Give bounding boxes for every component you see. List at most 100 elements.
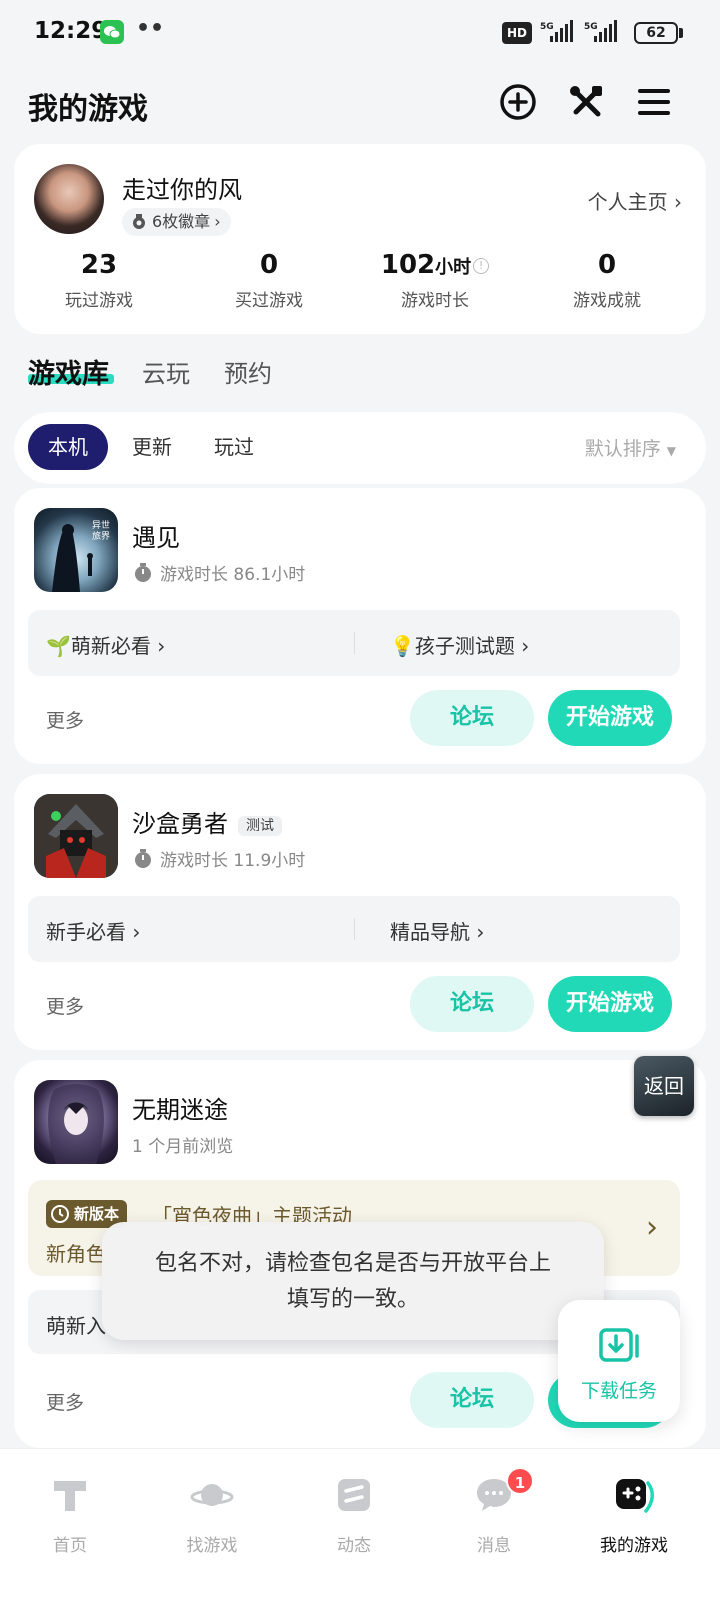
tools-icon[interactable] [564, 80, 608, 124]
stat-label: 游戏成就 [573, 291, 641, 311]
nav-label: 动态 [337, 1536, 371, 1556]
caret-down-icon: ▼ [666, 444, 676, 458]
filter-bar: 本机 更新 玩过 默认排序 ▼ [14, 412, 706, 484]
more-button[interactable]: 更多 [46, 992, 84, 1019]
forum-button[interactable]: 论坛 [410, 690, 534, 746]
guide-link[interactable]: 新手必看 › [46, 916, 140, 945]
start-game-button[interactable]: 开始游戏 [548, 690, 672, 746]
chevron-right-icon: › [150, 634, 166, 658]
nav-my-games[interactable]: 我的游戏 [574, 1473, 694, 1556]
tab-cloud[interactable]: 云玩 [142, 354, 190, 389]
net-label-1: 5G [540, 22, 554, 32]
status-dots: •• [136, 16, 165, 41]
download-task-button[interactable]: 下载任务 [558, 1300, 680, 1422]
profile-card: 走过你的风 6枚徽章 › 个人主页 › 23 玩过游戏 0 买过游戏 102小时… [14, 144, 706, 334]
username[interactable]: 走过你的风 [122, 170, 242, 205]
browse-time: 1 个月前浏览 [132, 1137, 234, 1157]
playtime-text: 游戏时长 11.9小时 [160, 851, 306, 871]
guide-link-label: 萌新必看 [70, 634, 151, 658]
guide-link[interactable]: 💡孩子测试题 › [390, 630, 529, 659]
stat-value: 0 [259, 250, 279, 280]
badge-count: 6枚徽章 [152, 212, 211, 231]
battery-icon: 62 [634, 22, 678, 44]
stat-value: 0 [597, 250, 617, 280]
more-button[interactable]: 更多 [46, 706, 84, 733]
info-icon[interactable]: ! [473, 257, 490, 274]
game-name[interactable]: 无期迷途 [132, 1090, 228, 1125]
nav-find-games[interactable]: 找游戏 [152, 1473, 272, 1556]
new-version-label: 新版本 [74, 1205, 120, 1223]
game-name[interactable]: 遇见 [132, 518, 180, 553]
forum-button[interactable]: 论坛 [410, 976, 534, 1032]
game-name[interactable]: 沙盒勇者 [132, 810, 228, 838]
guide-links: 新手必看 › 精品导航 › [28, 896, 680, 962]
game-playtime: 游戏时长 86.1小时 [132, 560, 305, 585]
tab-library[interactable]: 游戏库 [28, 352, 109, 391]
stat-played[interactable]: 23 玩过游戏 [14, 250, 184, 311]
home-t-icon [54, 1481, 86, 1511]
stopwatch-icon [135, 848, 151, 868]
more-button[interactable]: 更多 [46, 1388, 84, 1415]
game-card[interactable]: 沙盒勇者 测试 游戏时长 11.9小时 新手必看 › 精品导航 › 更多 论坛 开… [14, 774, 706, 1050]
page-title: 我的游戏 [28, 92, 148, 127]
game-card[interactable]: 异世 旅界 遇见 游戏时长 86.1小时 🌱萌新必看 › 💡孩子测试题 › 更多… [14, 488, 706, 764]
test-tag: 测试 [238, 816, 282, 836]
toast-line: 填写的一致。 [286, 1287, 419, 1312]
event-subtitle: 新角色 [46, 1242, 106, 1266]
sprout-icon: 🌱 [46, 634, 71, 658]
status-bar: 12:29 •• HD 5G 5G 62 [0, 0, 720, 66]
net-label-2: 5G [584, 22, 598, 32]
stat-bought[interactable]: 0 买过游戏 [184, 250, 354, 311]
guide-link[interactable]: 萌新入 [46, 1310, 106, 1339]
nav-label: 消息 [477, 1536, 511, 1556]
game-icon-text: 异世 [92, 519, 110, 531]
game-icon[interactable] [34, 794, 118, 878]
stat-label: 玩过游戏 [65, 291, 133, 311]
status-time: 12:29 [34, 18, 108, 44]
tab-reserve[interactable]: 预约 [224, 354, 272, 389]
start-game-button[interactable]: 开始游戏 [548, 976, 672, 1032]
add-circle-icon[interactable] [496, 80, 540, 124]
gamepad-icon [616, 1479, 654, 1513]
guide-link-label: 新手必看 [46, 920, 126, 944]
bottom-nav: 首页 找游戏 动态 1 消息 我的游戏 [0, 1448, 720, 1600]
chevron-right-icon: › [674, 190, 682, 214]
message-badge: 1 [506, 1467, 534, 1495]
game-icon-text: 旅界 [92, 530, 110, 542]
chevron-right-icon: › [126, 920, 141, 944]
guide-link[interactable]: 🌱萌新必看 › [46, 630, 165, 659]
game-icon[interactable] [34, 1080, 118, 1164]
chevron-right-icon: › [214, 212, 221, 231]
guide-link-label: 孩子测试题 [414, 634, 515, 658]
chip-update[interactable]: 更新 [112, 424, 192, 470]
playtime-text: 游戏时长 86.1小时 [160, 565, 306, 585]
sort-label: 默认排序 [584, 438, 661, 460]
guide-link[interactable]: 精品导航 › [390, 916, 484, 945]
chevron-right-icon: › [646, 1210, 658, 1245]
nav-messages[interactable]: 1 消息 [434, 1467, 554, 1556]
sort-dropdown[interactable]: 默认排序 ▼ [585, 434, 676, 461]
stat-achievements[interactable]: 0 游戏成就 [522, 250, 692, 311]
signal-icon-2: 5G [584, 20, 620, 44]
chip-played[interactable]: 玩过 [194, 424, 274, 470]
game-name-row: 沙盒勇者 测试 [132, 804, 282, 839]
badge-pill[interactable]: 6枚徽章 › [122, 208, 231, 236]
stopwatch-icon [135, 562, 151, 582]
forum-button[interactable]: 论坛 [410, 1372, 534, 1428]
stat-unit: 小时 [435, 257, 472, 278]
nav-home[interactable]: 首页 [10, 1473, 130, 1556]
home-link-label: 个人主页 [587, 190, 668, 214]
profile-home-link[interactable]: 个人主页 › [588, 186, 682, 215]
nav-feed[interactable]: 动态 [294, 1473, 414, 1556]
stat-value: 102 [380, 250, 436, 280]
stat-value: 23 [80, 250, 118, 280]
chevron-right-icon: › [470, 920, 485, 944]
game-icon[interactable]: 异世 旅界 [34, 508, 118, 592]
chip-local[interactable]: 本机 [28, 424, 108, 470]
stat-label: 游戏时长 [401, 291, 469, 311]
return-button[interactable]: 返回 [634, 1056, 694, 1116]
avatar[interactable] [34, 164, 104, 234]
menu-icon[interactable] [632, 80, 676, 124]
stat-playtime[interactable]: 102小时! 游戏时长 [350, 250, 520, 311]
guide-links: 🌱萌新必看 › 💡孩子测试题 › [28, 610, 680, 676]
